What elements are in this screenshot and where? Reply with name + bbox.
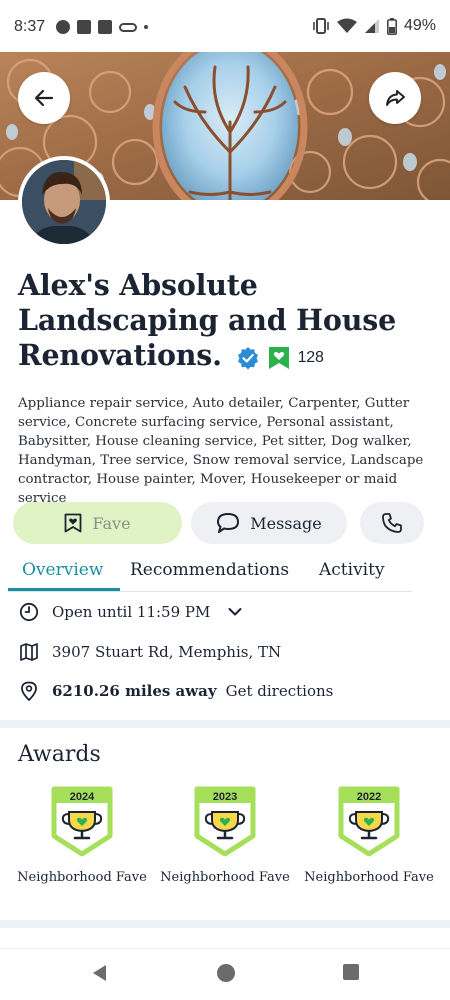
arrow-left-icon [34, 89, 54, 107]
trophy-badge-icon: 2022 [338, 786, 400, 857]
bookmark-heart-icon [65, 513, 82, 533]
tab-activity[interactable]: Activity [319, 560, 385, 580]
message-button[interactable]: Message [191, 502, 347, 544]
facebook-icon [98, 20, 112, 34]
award-label: Neighborhood Fave [17, 870, 147, 885]
service-item: Pet sitter, [261, 434, 327, 449]
service-item: Concrete surfacing service, [75, 415, 263, 430]
status-right: 49% [312, 17, 436, 35]
nav-back-icon[interactable] [90, 963, 108, 983]
message-label: Message [250, 513, 322, 533]
hours-row[interactable]: Open until 11:59 PM [18, 602, 243, 622]
share-button[interactable] [369, 72, 421, 124]
nav-recents-icon[interactable] [342, 963, 360, 981]
tab-bar: Overview Recommendations Activity [8, 556, 412, 592]
service-item: Personal assistant, [266, 415, 394, 430]
award-year: 2023 [213, 791, 237, 803]
award-label: Neighborhood Fave [304, 870, 434, 885]
fave-label: Fave [92, 513, 131, 533]
award-item[interactable]: 2023 Neighborhood Fave [153, 786, 297, 885]
section-divider [0, 720, 450, 728]
award-year: 2022 [357, 791, 381, 803]
awards-title: Awards [18, 742, 101, 767]
speech-bubble-icon [217, 513, 240, 533]
hours-text: Open until 11:59 PM [52, 603, 211, 621]
service-item: Mover, [200, 472, 247, 487]
title-badges: 128 [236, 340, 324, 375]
wifi-icon [336, 18, 357, 33]
service-item: Snow removal service, [192, 453, 347, 468]
action-buttons: Fave Message [13, 502, 433, 544]
map-icon [18, 642, 40, 662]
services-list: Appliance repair service, Auto detailer,… [18, 394, 438, 508]
award-year: 2024 [70, 791, 95, 803]
service-item: House cleaning service, [95, 434, 258, 449]
distance-text: 6210.26 miles away [52, 682, 217, 700]
fave-bookmark-icon [268, 346, 289, 369]
phone-icon [382, 513, 402, 533]
battery-percent: 49% [403, 17, 436, 34]
service-item: Appliance repair service, [18, 396, 189, 411]
dot-icon [144, 25, 148, 29]
trophy-badge-icon: 2023 [194, 786, 256, 857]
chevron-down-icon[interactable] [227, 604, 243, 620]
tab-recommendations[interactable]: Recommendations [130, 560, 289, 580]
signal-icon [364, 19, 379, 33]
award-item[interactable]: 2024 Neighborhood Fave [10, 786, 154, 885]
notification-icons [56, 20, 148, 34]
service-item: House painter, [96, 472, 196, 487]
share-arrow-icon [386, 90, 405, 106]
back-button[interactable] [18, 72, 70, 124]
tab-overview[interactable]: Overview [22, 560, 103, 580]
vibrate-icon [313, 18, 329, 34]
status-bar: 8:37 49% [0, 0, 450, 52]
facebook-icon [77, 20, 91, 34]
nav-home-icon[interactable] [216, 963, 236, 983]
voicemail-icon [119, 22, 137, 32]
chat-bubble-icon [56, 20, 70, 34]
battery-icon [386, 17, 397, 35]
distance-row: 6210.26 miles away Get directions [18, 681, 333, 701]
service-item: Handyman, [18, 453, 96, 468]
page-title: Alex's Absolute Landscaping and House Re… [18, 268, 438, 375]
service-item: Babysitter, [18, 434, 91, 449]
get-directions-link[interactable]: Get directions [226, 682, 334, 700]
avatar [18, 156, 110, 248]
award-label: Neighborhood Fave [160, 870, 290, 885]
status-time: 8:37 [14, 18, 46, 35]
service-item: Carpenter, [288, 396, 361, 411]
fave-count: 128 [297, 349, 324, 366]
active-tab-indicator [8, 588, 120, 591]
address-row[interactable]: 3907 Stuart Rd, Memphis, TN [18, 642, 281, 662]
location-pin-icon [18, 681, 40, 701]
section-divider [0, 920, 450, 928]
service-item: Tree service, [100, 453, 189, 468]
fave-button[interactable]: Fave [13, 502, 182, 544]
service-item: Auto detailer, [192, 396, 285, 411]
service-item: Dog walker, [331, 434, 412, 449]
trophy-badge-icon: 2024 [51, 786, 113, 857]
clock-icon [18, 602, 40, 622]
address-text: 3907 Stuart Rd, Memphis, TN [52, 643, 282, 661]
call-button[interactable] [360, 502, 424, 544]
system-nav-bar [0, 948, 450, 1000]
verified-badge-icon [237, 346, 258, 369]
award-item[interactable]: 2022 Neighborhood Fave [297, 786, 441, 885]
business-name: Alex's Absolute Landscaping and House Re… [18, 268, 397, 372]
